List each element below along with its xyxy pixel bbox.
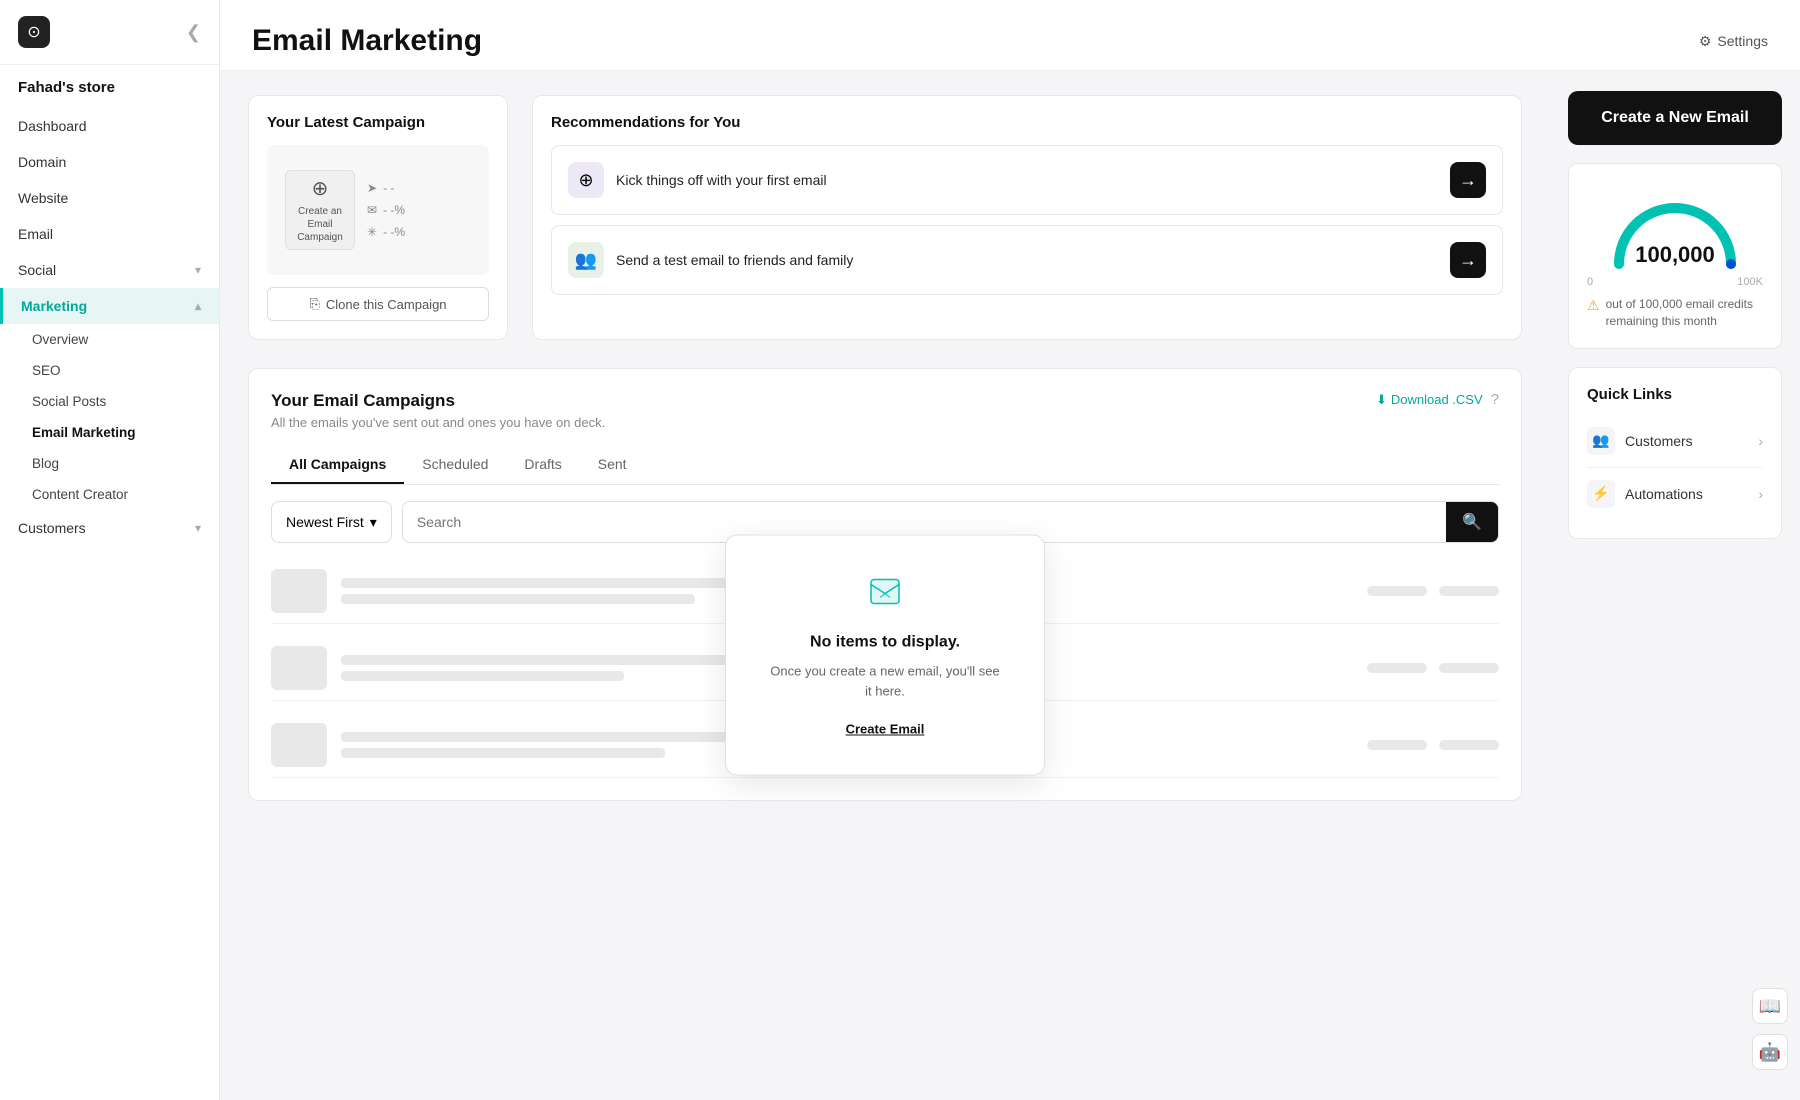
rec-item-1[interactable]: 👥 Send a test email to friends and famil… [551,225,1503,295]
tabs-row: All Campaigns Scheduled Drafts Sent [271,446,1499,485]
campaign-stats: ➤ - - ✉ - -% ✳ - -% [367,170,471,250]
chevron-right-icon-automations: › [1758,486,1763,502]
empty-modal-description: Once you create a new email, you'll see … [770,662,1000,701]
credits-card: 100,000 0 100K ⚠ out of 100,000 email cr… [1568,163,1782,349]
gauge-labels: 0 100K [1587,276,1763,288]
sidebar-subitem-seo[interactable]: SEO [0,355,219,386]
credits-value: 100,000 [1635,242,1715,268]
quick-links-card: Quick Links 👥 Customers › ⚡ Automations … [1568,367,1782,539]
quick-links-title: Quick Links [1587,386,1763,403]
campaign-icon-box: ⊕ Create anEmailCampaign [285,170,355,250]
settings-button[interactable]: ⚙ Settings [1699,33,1768,50]
ec-header: Your Email Campaigns ⬇ Download .CSV ? [271,391,1499,411]
top-row: Your Latest Campaign ⊕ Create anEmailCam… [248,95,1522,340]
rec-icon-0: ⊕ [568,162,604,198]
sidebar-collapse-button[interactable]: ❮ [186,22,201,43]
clone-campaign-button[interactable]: ⎘ Clone this Campaign [267,287,489,321]
send-icon: ➤ [367,181,377,195]
sidebar-subitem-email-marketing[interactable]: Email Marketing [0,417,219,448]
main-area: Email Marketing ⚙ Settings Your Latest C… [220,0,1800,1100]
empty-modal-title: No items to display. [770,634,1000,652]
empty-state-modal: No items to display. Once you create a n… [725,535,1045,776]
quick-link-customers[interactable]: 👥 Customers › [1587,415,1763,468]
tab-all-campaigns[interactable]: All Campaigns [271,446,404,484]
ec-title: Your Email Campaigns [271,391,455,411]
email-campaigns-section: Your Email Campaigns ⬇ Download .CSV ? A… [248,368,1522,801]
ghost-thumbnail [271,723,327,767]
rec-text-1: Send a test email to friends and family [616,252,853,268]
search-button[interactable]: 🔍 [1446,502,1498,542]
rec-arrow-button-0[interactable]: → [1450,162,1486,198]
rec-icon-1: 👥 [568,242,604,278]
tab-scheduled[interactable]: Scheduled [404,446,506,484]
click-icon: ✳ [367,225,377,239]
warning-icon: ⚠ [1587,296,1600,316]
ec-subtitle: All the emails you've sent out and ones … [271,415,1499,430]
copy-icon: ⎘ [309,296,319,312]
create-email-link-button[interactable]: Create Email [846,722,925,737]
sidebar-item-social[interactable]: Social ▾ [0,252,219,288]
plus-circle-icon: ⊕ [312,176,329,201]
app-logo: ⊙ [18,16,50,48]
sidebar-item-dashboard[interactable]: Dashboard [0,108,219,144]
ghost-thumbnail [271,646,327,690]
right-panel: Create a New Email 100,000 0 [1550,71,1800,1100]
sidebar-item-email[interactable]: Email [0,216,219,252]
chevron-down-icon: ▾ [195,263,201,277]
book-icon-button[interactable]: 📖 [1752,988,1788,1024]
sidebar-item-marketing[interactable]: Marketing ▴ [0,288,219,324]
sidebar-nav: Dashboard Domain Website Email Social ▾ … [0,102,219,1100]
customers-icon: 👥 [1587,427,1615,455]
sidebar-item-domain[interactable]: Domain [0,144,219,180]
main-header: Email Marketing ⚙ Settings [220,0,1800,71]
create-new-email-button[interactable]: Create a New Email [1568,91,1782,145]
rec-text-0: Kick things off with your first email [616,172,827,188]
gauge-container: 100,000 [1587,190,1763,270]
help-icon[interactable]: ? [1491,391,1499,408]
empty-icon [770,572,1000,620]
download-icon: ⬇ [1376,392,1387,408]
bottom-icons: 📖 🤖 [1752,988,1788,1070]
download-csv-link[interactable]: ⬇ Download .CSV [1376,392,1483,408]
stat-line-click: ✳ - -% [367,225,471,239]
sidebar-subitem-social-posts[interactable]: Social Posts [0,386,219,417]
chevron-down-icon-customers: ▾ [195,521,201,535]
rec-item-0[interactable]: ⊕ Kick things off with your first email … [551,145,1503,215]
chevron-up-icon: ▴ [195,299,201,313]
gear-icon: ⚙ [1699,33,1712,50]
campaign-preview: ⊕ Create anEmailCampaign ➤ - - ✉ [267,145,489,275]
rec-arrow-button-1[interactable]: → [1450,242,1486,278]
stat-line-sent: ➤ - - [367,181,471,195]
main-content: Your Latest Campaign ⊕ Create anEmailCam… [220,71,1800,1100]
search-icon: 🔍 [1462,514,1482,531]
center-content: Your Latest Campaign ⊕ Create anEmailCam… [220,71,1550,1100]
sidebar: ⊙ ❮ Fahad's store Dashboard Domain Websi… [0,0,220,1100]
sidebar-subitem-content-creator[interactable]: Content Creator [0,479,219,510]
tab-drafts[interactable]: Drafts [506,446,579,484]
recommendations-card: Recommendations for You ⊕ Kick things of… [532,95,1522,340]
sidebar-item-website[interactable]: Website [0,180,219,216]
email-icon: ✉ [367,203,377,217]
stat-line-open: ✉ - -% [367,203,471,217]
latest-campaign-title: Your Latest Campaign [267,114,489,131]
sidebar-subitem-overview[interactable]: Overview [0,324,219,355]
sort-select[interactable]: Newest First ▾ [271,501,392,543]
sidebar-subitem-blog[interactable]: Blog [0,448,219,479]
ghost-rows: No items to display. Once you create a n… [271,559,1499,778]
sidebar-item-customers[interactable]: Customers ▾ [0,510,219,546]
recommendations-title: Recommendations for You [551,114,1503,131]
quick-link-automations[interactable]: ⚡ Automations › [1587,468,1763,520]
help-chat-button[interactable]: 🤖 [1752,1034,1788,1070]
latest-campaign-card: Your Latest Campaign ⊕ Create anEmailCam… [248,95,508,340]
credits-warning: ⚠ out of 100,000 email credits remaining… [1587,296,1763,330]
chevron-down-icon-sort: ▾ [370,514,377,531]
sidebar-header: ⊙ ❮ [0,0,219,65]
ghost-thumbnail [271,569,327,613]
automations-icon: ⚡ [1587,480,1615,508]
ec-actions: ⬇ Download .CSV ? [1376,391,1499,408]
tab-sent[interactable]: Sent [580,446,645,484]
chevron-right-icon-customers: › [1758,433,1763,449]
store-name: Fahad's store [0,65,219,102]
page-title: Email Marketing [252,24,482,58]
